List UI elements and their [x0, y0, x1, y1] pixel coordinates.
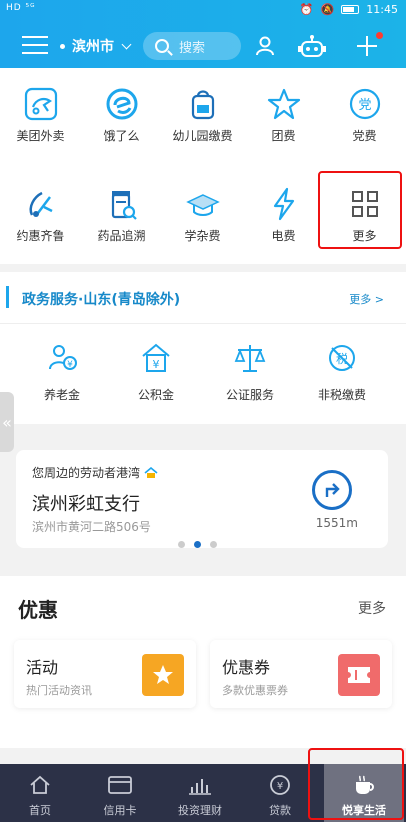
ticket-icon [338, 654, 380, 696]
medicine-icon [104, 186, 140, 222]
pension-icon: ¥ [44, 340, 80, 376]
gov-item-pension[interactable]: ¥ 养老金 [12, 340, 112, 403]
outlet-subtitle: 您周边的劳动者港湾 [32, 466, 141, 480]
network-indicator: HD ⁵ᴳ [6, 3, 36, 13]
robot-icon[interactable] [297, 34, 327, 58]
grid-item-electricity[interactable]: 电费 [243, 168, 324, 248]
clock: 11:45 [366, 3, 398, 16]
status-bar: HD ⁵ᴳ ⏰ 🔕 11:45 [0, 0, 406, 20]
gov-more-link[interactable]: 更多 > [349, 291, 384, 307]
plus-icon[interactable] [357, 32, 383, 56]
gov-services-header: 政务服务·山东(青岛除外) 更多 > [0, 272, 406, 324]
highlight-more-box [318, 171, 402, 249]
tab-home[interactable]: 首页 [0, 764, 80, 822]
search-placeholder: 搜索 [179, 40, 206, 56]
music-icon [23, 186, 59, 222]
promo-section: 优惠 更多 活动 热门活动资讯 优惠券 多款优惠票券 [0, 576, 406, 748]
outlet-name: 滨州彩虹支行 [32, 494, 140, 515]
carousel-dot[interactable] [210, 541, 217, 548]
search-icon [155, 39, 169, 53]
svg-text:党: 党 [358, 98, 371, 113]
graduation-cap-icon [185, 186, 221, 222]
grid-item-meituan[interactable]: 美团外卖 [0, 68, 81, 148]
outlet-subtitle-row: 您周边的劳动者港湾 [32, 464, 158, 481]
menu-icon[interactable] [22, 36, 48, 56]
star-icon [266, 86, 302, 122]
eleme-icon [104, 86, 140, 122]
notification-dot [376, 32, 383, 39]
home-icon [29, 774, 51, 796]
svg-text:¥: ¥ [277, 781, 283, 792]
outlet-distance: 1551m [315, 516, 358, 530]
kindergarten-icon [185, 86, 221, 122]
svg-text:¥: ¥ [67, 360, 73, 370]
housing-fund-icon: ¥ [138, 340, 174, 376]
tax-icon: 税 [324, 340, 360, 376]
scale-icon [232, 340, 268, 376]
star-badge-icon [142, 654, 184, 696]
double-chevron-left-icon: « [2, 412, 12, 432]
grid-item-yuehui-qilu[interactable]: 约惠齐鲁 [0, 168, 81, 248]
lightning-icon [266, 186, 302, 222]
status-right: ⏰ 🔕 11:45 [300, 3, 398, 16]
alarm-icon: ⏰ [299, 3, 314, 16]
gov-services-section: 政务服务·山东(青岛除外) 更多 > ¥ 养老金 ¥ 公积金 公证服务 税 非税… [0, 272, 406, 424]
navigate-icon[interactable] [312, 470, 352, 510]
outlet-address: 滨州市黄河二路506号 [32, 520, 151, 534]
carousel-dot-active[interactable] [194, 541, 201, 548]
carousel-dot[interactable] [178, 541, 185, 548]
city-selector[interactable]: 滨州市 [60, 36, 132, 56]
highlight-lifestyle-box [308, 748, 404, 820]
grid-item-tuition[interactable]: 学杂费 [162, 168, 243, 248]
gov-item-nontax[interactable]: 税 非税缴费 [292, 340, 392, 403]
promo-card-activity[interactable]: 活动 热门活动资讯 [14, 640, 196, 708]
side-collapse-tab[interactable]: « [0, 392, 14, 452]
section-accent-bar [6, 286, 9, 308]
gov-item-notary[interactable]: 公证服务 [200, 340, 300, 403]
search-input[interactable]: 搜索 [143, 32, 241, 60]
grid-item-party-fee[interactable]: 党 党费 [324, 68, 405, 148]
grid-item-drug-trace[interactable]: 药品追溯 [81, 168, 162, 248]
grid-item-kindergarten[interactable]: 幼儿园缴费 [162, 68, 243, 148]
mute-icon: 🔕 [320, 3, 335, 16]
top-header: HD ⁵ᴳ ⏰ 🔕 11:45 滨州市 搜索 [0, 0, 406, 68]
tab-credit-card[interactable]: 信用卡 [80, 764, 160, 822]
gov-services-title: 政务服务·山东(青岛除外) [22, 292, 181, 308]
party-icon: 党 [347, 86, 383, 122]
credit-card-icon [108, 774, 132, 796]
yen-icon: ¥ [269, 774, 291, 796]
nearby-outlet-card[interactable]: 您周边的劳动者港湾 滨州彩虹支行 滨州市黄河二路506号 1551m [16, 450, 388, 548]
home-icon [144, 466, 158, 478]
meituan-icon [23, 86, 59, 122]
carousel-dots [178, 541, 217, 548]
promo-more-link[interactable]: 更多 [358, 598, 386, 618]
promo-card-coupon[interactable]: 优惠券 多款优惠票券 [210, 640, 392, 708]
grid-item-league-fee[interactable]: 团费 [243, 68, 324, 148]
gov-item-housing-fund[interactable]: ¥ 公积金 [106, 340, 206, 403]
user-icon[interactable] [256, 36, 274, 56]
tab-investment[interactable]: 投资理财 [160, 764, 240, 822]
grid-item-eleme[interactable]: 饿了么 [81, 68, 162, 148]
promo-title: 优惠 [18, 598, 58, 622]
city-label: 滨州市 [72, 39, 114, 55]
svg-text:¥: ¥ [153, 358, 160, 371]
battery-icon [341, 5, 360, 14]
bar-chart-icon [188, 774, 212, 796]
toolbar: 滨州市 搜索 [0, 28, 406, 64]
chevron-down-icon [121, 39, 132, 49]
